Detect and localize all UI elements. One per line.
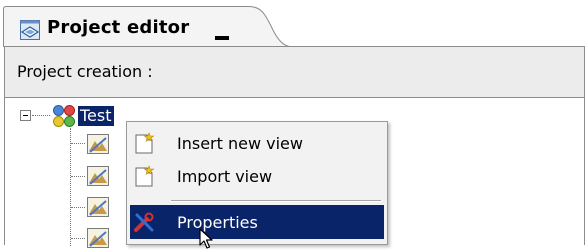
image-view-icon[interactable]	[87, 134, 109, 154]
image-view-icon[interactable]	[87, 197, 109, 217]
mouse-cursor-icon	[199, 228, 213, 249]
tab-project-editor[interactable]: Project editor	[3, 6, 293, 48]
menu-item-properties[interactable]: Properties	[130, 205, 384, 239]
tree-connector	[71, 207, 85, 208]
project-creation-header: Project creation :	[4, 46, 585, 98]
header-label: Project creation :	[17, 62, 153, 81]
tree-connector	[70, 128, 71, 246]
collapse-toggle-icon[interactable]	[20, 110, 31, 121]
tree-node-test[interactable]: Test	[78, 106, 114, 126]
menu-item-insert-new-view[interactable]: Insert new view	[130, 126, 384, 160]
menu-item-label: Import view	[177, 167, 273, 186]
tree-connector	[71, 238, 85, 239]
menu-item-label: Insert new view	[177, 134, 303, 153]
menu-item-import-view[interactable]: Import view	[130, 159, 384, 193]
new-file-icon	[135, 132, 155, 154]
tree-connector	[71, 143, 85, 144]
tree-connector	[71, 176, 85, 177]
image-view-icon[interactable]	[87, 166, 109, 186]
menu-separator	[171, 200, 381, 202]
project-editor-icon	[20, 20, 40, 40]
tree-connector	[32, 115, 50, 116]
colored-circles-icon	[53, 105, 75, 127]
new-file-icon	[135, 165, 155, 187]
view-tab-strip: Project editor	[0, 0, 587, 48]
tab-title: Project editor	[47, 17, 190, 38]
minimize-button[interactable]	[215, 36, 229, 40]
context-menu: Insert new view Import view Properties	[126, 121, 388, 245]
wrench-icon	[134, 212, 154, 232]
image-view-icon[interactable]	[87, 228, 109, 248]
